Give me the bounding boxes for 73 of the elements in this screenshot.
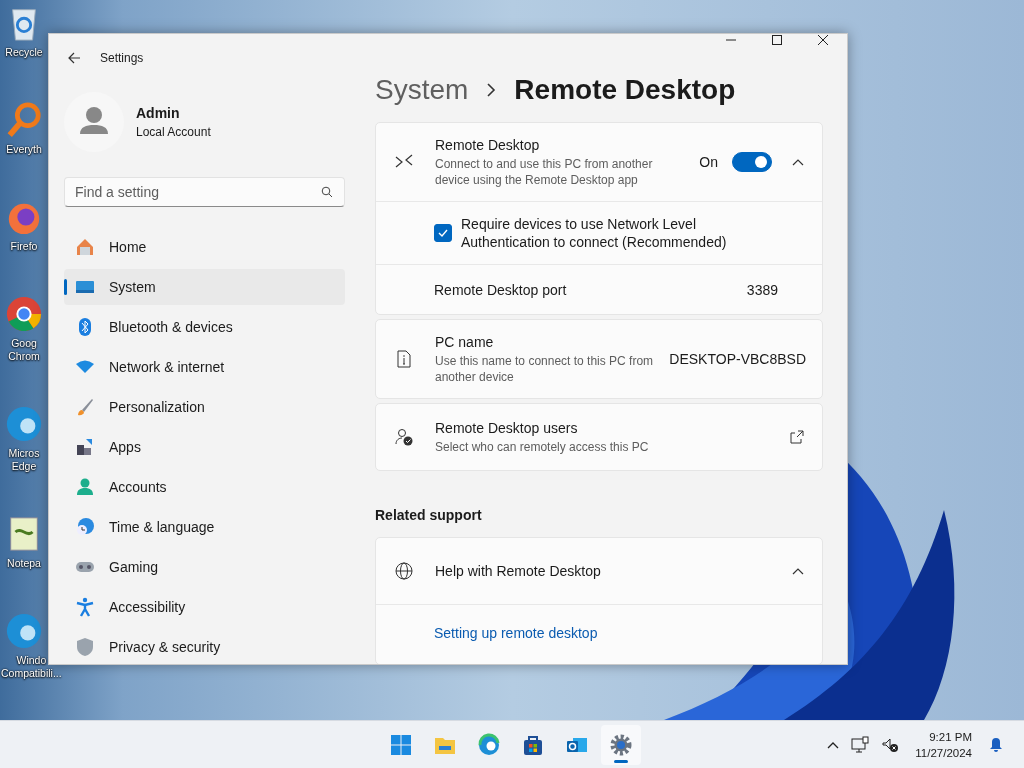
account-type: Local Account — [136, 125, 211, 139]
checkbox[interactable] — [434, 224, 452, 242]
network-icon[interactable] — [851, 735, 870, 754]
pc-info-icon — [394, 349, 414, 369]
checkbox-label: Require devices to use Network Level Authentication to connect (Recommended) — [461, 215, 728, 251]
desktop-icon-label: Recycle — [4, 46, 44, 59]
checkmark-icon — [437, 227, 449, 239]
desktop-icon-label: Micros Edge — [7, 447, 41, 473]
accounts-icon — [75, 477, 95, 497]
sidebar-item[interactable]: Privacy & security — [64, 629, 345, 664]
sidebar-item[interactable]: Home — [64, 229, 345, 265]
window-title: Settings — [100, 51, 144, 65]
sidebar-item[interactable]: Gaming — [64, 549, 345, 585]
chevron-right-icon — [486, 83, 497, 97]
app-icon[interactable] — [5, 612, 43, 650]
back-icon[interactable] — [66, 50, 82, 66]
sidebar-item[interactable]: Time & language — [64, 509, 345, 545]
search-icon — [321, 186, 333, 198]
desktop-icon-label: Windo Compatibili... — [1, 654, 62, 680]
toggle-label: On — [699, 154, 718, 170]
port-label: Remote Desktop port — [434, 281, 568, 298]
home-icon — [75, 237, 95, 257]
settings-taskbar-button[interactable] — [601, 724, 641, 765]
page-title: Remote Desktop — [514, 74, 736, 106]
browser-icon — [477, 732, 501, 757]
close-icon[interactable] — [817, 34, 829, 46]
desktop-icon-label: Everyth — [5, 143, 43, 156]
chevron-icon[interactable] — [792, 158, 804, 166]
pc-name-value: DESKTOP-VBC8BSD — [669, 351, 806, 367]
section-heading: Related support — [375, 507, 483, 523]
bell-icon[interactable] — [988, 736, 1004, 753]
users-icon — [394, 427, 414, 447]
accessibility-icon — [75, 597, 95, 617]
windows-logo-icon — [389, 732, 413, 757]
sidebar-item[interactable]: Accessibility — [64, 589, 345, 625]
setting-title: PC name — [435, 333, 495, 350]
port-value: 3389 — [746, 281, 778, 298]
desktop-icon-label: Notepa — [6, 557, 42, 570]
breadcrumb-parent[interactable]: System — [375, 74, 469, 106]
app-icon[interactable] — [5, 295, 43, 333]
brush-icon — [75, 397, 95, 417]
privacy-icon — [75, 637, 95, 657]
desktop-icon-label: Goog Chrom — [7, 337, 41, 363]
setting-title: Remote Desktop — [435, 136, 541, 153]
sidebar-item[interactable]: Accounts — [64, 469, 345, 505]
setting-description: Use this name to connect to this PC from another device — [435, 352, 655, 385]
chevron-up-icon[interactable] — [827, 740, 840, 749]
toggle-switch[interactable] — [732, 152, 772, 172]
sidebar-item[interactable]: System — [64, 269, 345, 305]
user-name: Admin — [136, 105, 181, 121]
sidebar-item[interactable]: Personalization — [64, 389, 345, 425]
globe-icon — [394, 561, 414, 581]
chevron-icon[interactable] — [792, 567, 804, 575]
sidebar-item[interactable]: Network & internet — [64, 349, 345, 385]
settings-card[interactable]: Remote Desktop users Select who can remotely access this PC — [375, 403, 823, 471]
setting-description: Select who can remotely access this PC — [435, 438, 650, 455]
clock-date: 11/27/2024 — [915, 745, 972, 761]
sidebar-item[interactable]: Bluetooth & devices — [64, 309, 345, 345]
help-title: Help with Remote Desktop — [435, 563, 602, 579]
setting-title: Remote Desktop users — [435, 419, 579, 436]
desktop-icon-label: Firefo — [9, 240, 39, 253]
apps-icon — [75, 437, 95, 457]
setting-description: Connect to and use this PC from another device using the Remote Desktop app — [435, 155, 654, 188]
clock[interactable]: 9:21 PM 11/27/2024 — [911, 728, 976, 761]
app-icon[interactable] — [5, 405, 43, 443]
maximize-icon[interactable] — [771, 34, 783, 46]
help-link[interactable]: Setting up remote desktop — [434, 625, 598, 641]
clock-time: 9:21 PM — [929, 729, 972, 745]
sidebar-item[interactable]: Apps — [64, 429, 345, 465]
time-icon — [75, 517, 95, 537]
external-link-icon — [790, 430, 804, 444]
gear-icon — [609, 732, 633, 757]
search-field[interactable]: Find a setting — [64, 177, 345, 207]
